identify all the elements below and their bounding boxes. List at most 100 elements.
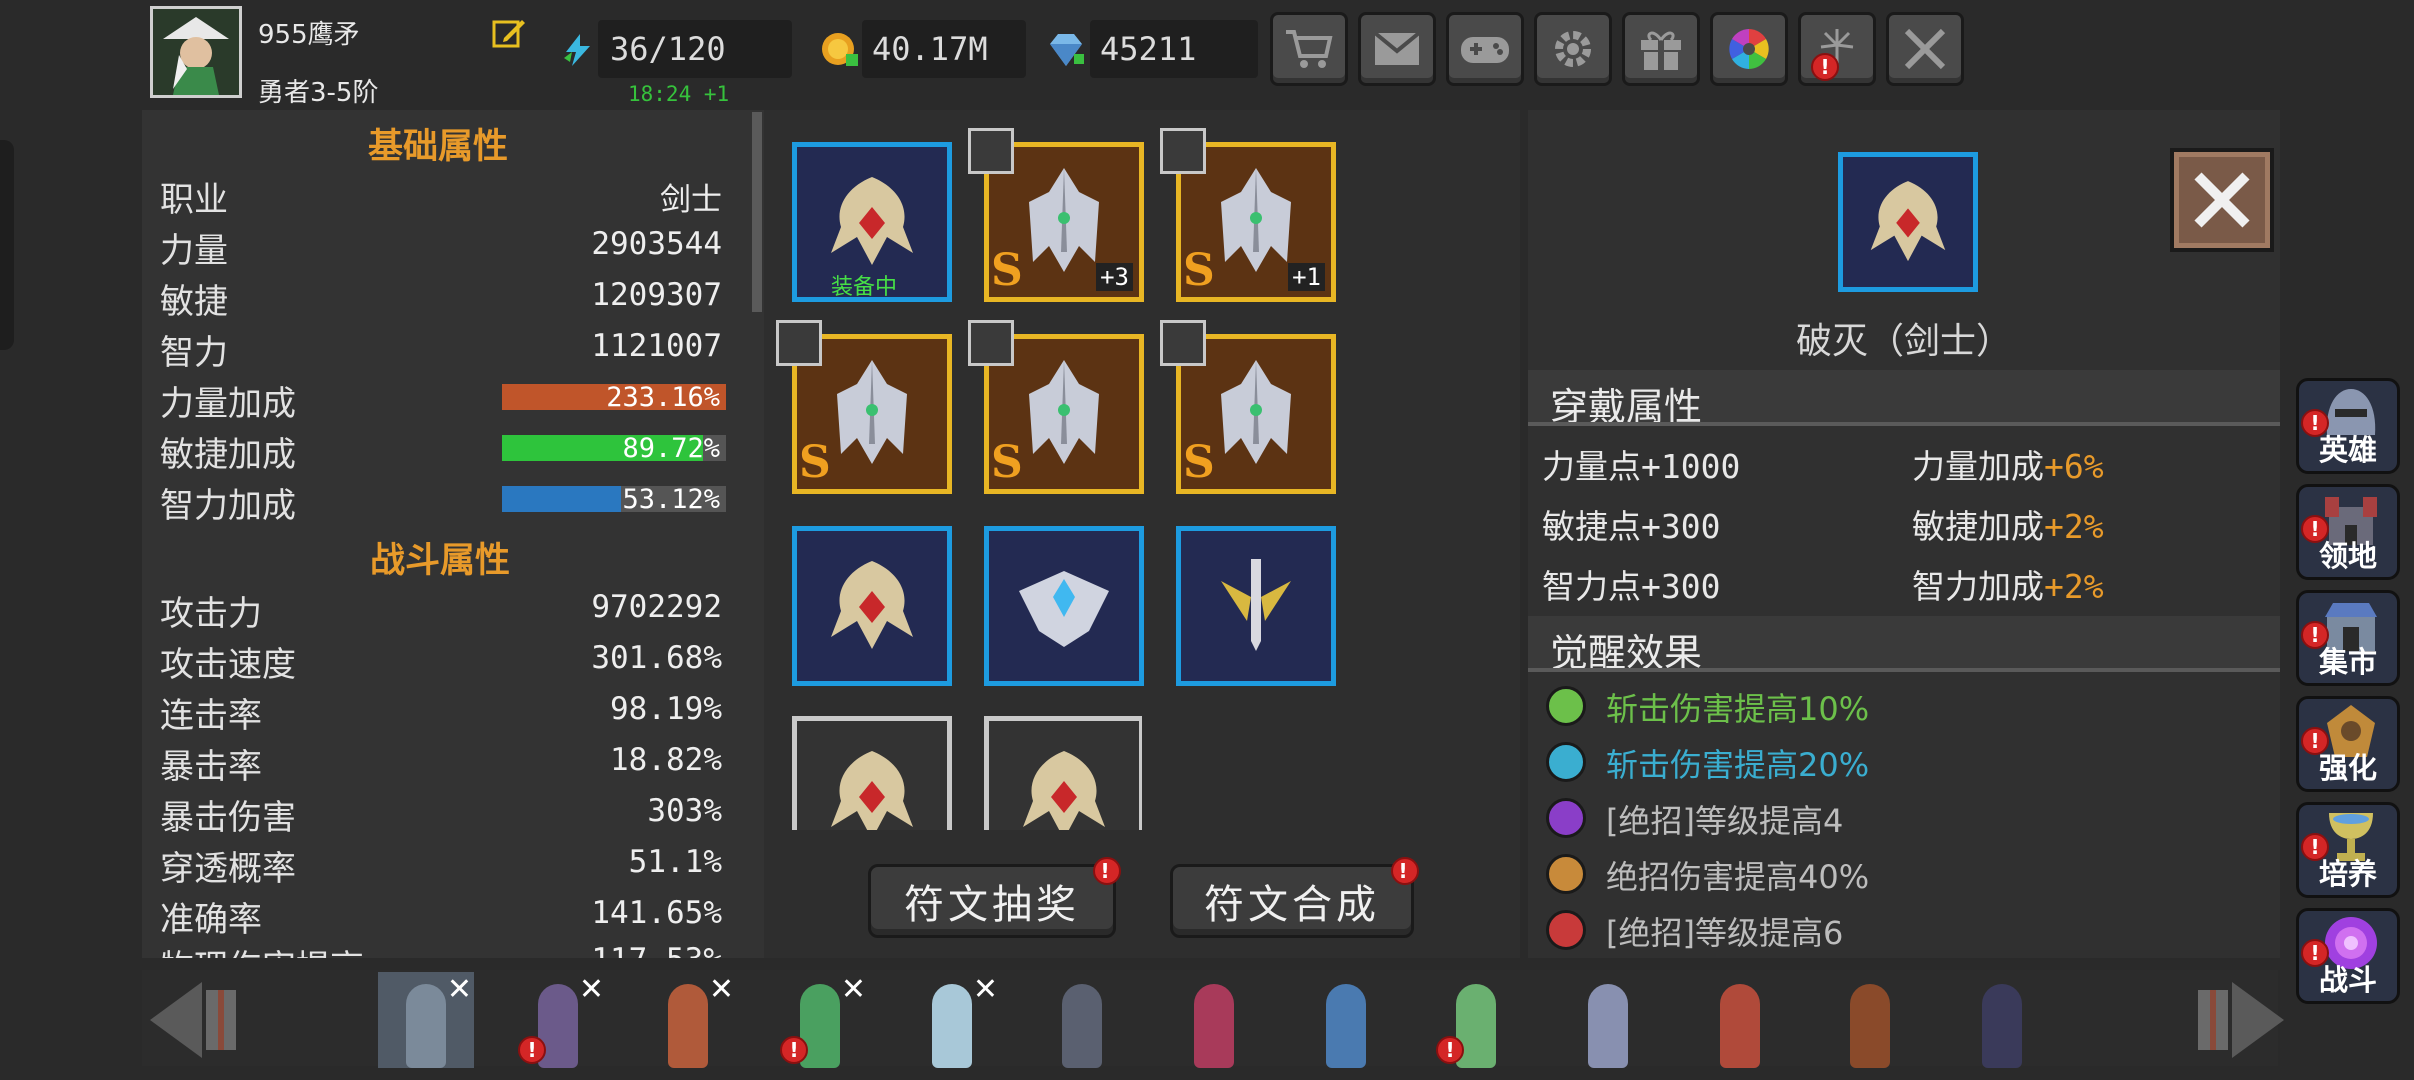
side-enhance-button[interactable]: ! 强化 xyxy=(2296,696,2400,792)
equipped-label: 装备中 xyxy=(831,275,898,300)
side-battle-label: 战斗 xyxy=(2318,963,2377,997)
sword-mini-icon xyxy=(1160,320,1206,366)
wear-attr-agi-bonus: 敏捷加成+2% xyxy=(1912,500,2104,548)
rune-slot-equipped[interactable]: 装备中 xyxy=(792,142,952,302)
rune-slot-crest-grey-2[interactable] xyxy=(984,716,1142,830)
stat-label-intelligence-bonus: 智力加成 xyxy=(160,486,296,526)
stat-value-accuracy: 141.65% xyxy=(591,895,722,931)
hero-alert-icon: ! xyxy=(1436,1036,1464,1064)
side-territory-button[interactable]: ! 领地 xyxy=(2296,484,2400,580)
edit-name-icon[interactable] xyxy=(492,16,526,50)
stat-value-crit-damage: 303% xyxy=(647,793,722,829)
stat-label-combo-rate: 连击率 xyxy=(160,696,262,736)
awaken-header: 觉醒效果 xyxy=(1528,616,2280,675)
hero-slot-10[interactable] xyxy=(1560,972,1656,1068)
wear-attr-str-bonus: 力量加成+6% xyxy=(1912,440,2104,488)
close-icon xyxy=(2194,172,2250,228)
hero-slot-7[interactable] xyxy=(1166,972,1262,1068)
gem-icon xyxy=(1046,32,1086,68)
firework-alert-icon: ! xyxy=(1811,53,1839,81)
gold-coin-icon xyxy=(820,30,858,68)
gift-button[interactable] xyxy=(1622,12,1700,86)
unequip-x-icon[interactable]: ✕ xyxy=(709,972,734,1007)
stat-label-accuracy: 准确率 xyxy=(160,900,262,940)
settings-button[interactable] xyxy=(1534,12,1612,86)
rune-slot-crest[interactable] xyxy=(792,526,952,686)
gamepad-button[interactable] xyxy=(1446,12,1524,86)
rune-crest-icon xyxy=(831,561,913,649)
rune-draw-button[interactable]: 符文抽奖 ! xyxy=(868,857,1121,938)
wear-attr-label: 力量加成 xyxy=(1912,447,2044,486)
mail-button[interactable] xyxy=(1358,12,1436,86)
rune-merge-button[interactable]: 符文合成 ! xyxy=(1170,857,1419,938)
wear-attr-value: +6% xyxy=(2044,447,2104,486)
gold-value: 40.17M xyxy=(872,30,988,68)
firework-button[interactable]: ! xyxy=(1798,12,1876,86)
stat-value-attack: 9702292 xyxy=(591,589,722,625)
cart-icon xyxy=(1286,30,1333,68)
hero-sprite-icon xyxy=(932,984,972,1068)
rune-crest-icon xyxy=(831,751,913,830)
rune-level-badge: +1 xyxy=(1288,263,1325,291)
hero-sprite-icon xyxy=(1062,984,1102,1068)
awaken-effect-2: 斩击伤害提高20% xyxy=(1606,746,1870,784)
winged-gem-icon xyxy=(1019,571,1109,647)
rune-slot-wing[interactable] xyxy=(984,526,1144,686)
shop-cart-button[interactable] xyxy=(1270,12,1348,86)
hero-slot-8[interactable] xyxy=(1298,972,1394,1068)
rune-merge-label: 符文合成 xyxy=(1204,882,1380,928)
unequip-x-icon[interactable]: ✕ xyxy=(973,972,998,1007)
side-train-button[interactable]: ! 培养 xyxy=(2296,802,2400,898)
player-rank: 勇者3-5阶 xyxy=(258,78,379,108)
wear-attr-value: +2% xyxy=(2044,507,2104,546)
side-market-label: 集市 xyxy=(2318,645,2377,679)
intelligence-bonus-bar: 53.12% xyxy=(502,484,726,515)
hero-slot-12[interactable] xyxy=(1822,972,1918,1068)
stat-label-class: 职业 xyxy=(160,180,228,220)
hero-slot-11[interactable] xyxy=(1692,972,1788,1068)
hero-slot-5[interactable]: ✕ xyxy=(904,972,1000,1068)
rune-draw-label: 符文抽奖 xyxy=(904,882,1080,928)
stat-label-penetration: 穿透概率 xyxy=(160,849,296,889)
hero-slot-2[interactable]: ✕ ! xyxy=(510,972,606,1068)
hero-slot-9[interactable]: ! xyxy=(1428,972,1524,1068)
hero-slot-6[interactable] xyxy=(1034,972,1130,1068)
side-hero-button[interactable]: ! 英雄 xyxy=(2296,378,2400,474)
gem-value: 45211 xyxy=(1100,30,1197,68)
unequip-x-icon[interactable]: ✕ xyxy=(447,972,472,1007)
stat-value-class: 剑士 xyxy=(660,182,722,218)
stat-label-strength: 力量 xyxy=(160,231,228,271)
rune-slot-sword[interactable] xyxy=(1176,526,1336,686)
hero-slot-3[interactable]: ✕ xyxy=(640,972,736,1068)
stat-value-combo-rate: 98.19% xyxy=(610,691,722,727)
battle-swords-button[interactable] xyxy=(1886,12,1964,86)
hero-sprite-icon xyxy=(1982,984,2022,1068)
stat-value-penetration: 51.1% xyxy=(628,844,722,880)
wear-attr-label: 智力点 xyxy=(1542,567,1641,606)
unequip-x-icon[interactable]: ✕ xyxy=(841,972,866,1007)
awaken-effect-1: 斩击伤害提高10% xyxy=(1606,690,1870,728)
prev-hero-button[interactable] xyxy=(144,976,244,1064)
color-wheel-button[interactable] xyxy=(1710,12,1788,86)
stat-label-agility: 敏捷 xyxy=(160,282,228,322)
awaken-effect-4: 绝招伤害提高40% xyxy=(1606,858,1870,896)
rank-s-badge: S xyxy=(991,245,1023,296)
agility-bonus-bar: 89.72% xyxy=(502,433,726,464)
unequip-x-icon[interactable]: ✕ xyxy=(579,972,604,1007)
edge-tab[interactable] xyxy=(0,140,14,350)
side-battle-button[interactable]: ! 战斗 xyxy=(2296,908,2400,1004)
stats-scrollbar[interactable] xyxy=(752,112,762,312)
helmet-rune-icon xyxy=(1029,360,1099,464)
hero-slot-1[interactable]: ✕ xyxy=(378,972,474,1068)
hero-sprite-icon xyxy=(1326,984,1366,1068)
rune-slot-crest-grey-1[interactable] xyxy=(792,716,952,830)
side-market-button[interactable]: ! 集市 xyxy=(2296,590,2400,686)
close-button[interactable] xyxy=(2170,148,2274,252)
hero-slot-4[interactable]: ✕ ! xyxy=(772,972,868,1068)
hero-slot-13[interactable] xyxy=(1954,972,2050,1068)
sword-mini-icon xyxy=(968,128,1014,174)
rank-s-badge: S xyxy=(799,437,831,488)
awaken-dot-purple-icon xyxy=(1546,798,1586,838)
next-hero-button[interactable] xyxy=(2190,976,2290,1064)
player-avatar[interactable] xyxy=(150,6,242,98)
